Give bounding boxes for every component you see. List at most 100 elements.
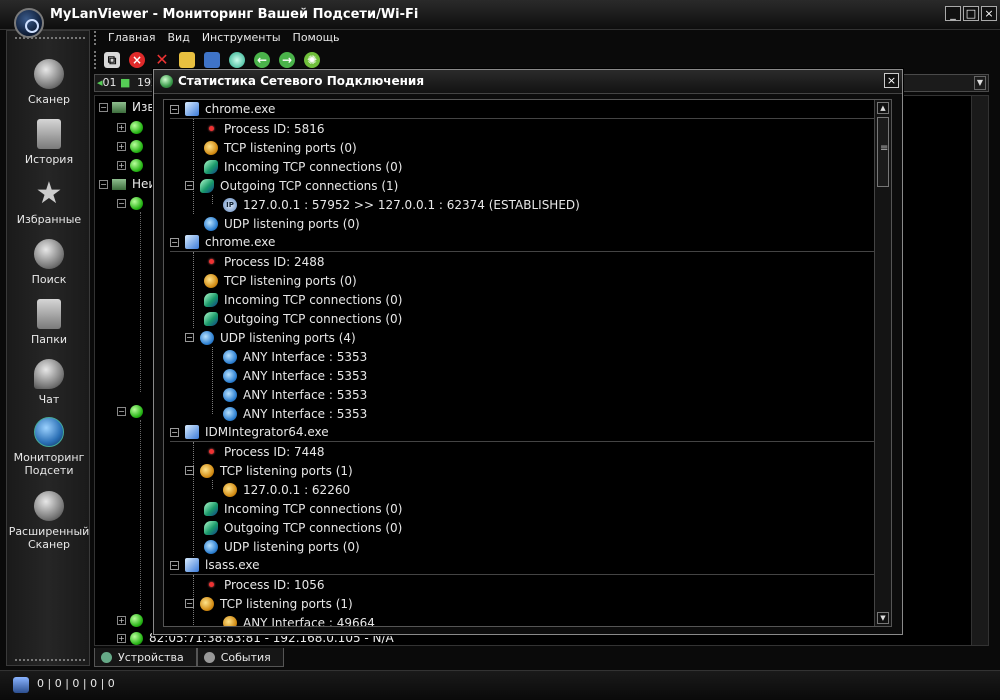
collapse-icon[interactable]: − xyxy=(170,237,179,247)
tree-row[interactable]: − xyxy=(117,194,149,212)
udp-listening-row[interactable]: UDP listening ports (0) xyxy=(204,214,360,233)
outgoing-tcp-row[interactable]: − Outgoing TCP connections (1) xyxy=(185,176,398,195)
collapse-icon[interactable]: − xyxy=(117,198,126,208)
tree-row[interactable]: + xyxy=(117,137,149,155)
process-row[interactable]: − chrome.exe xyxy=(170,100,875,119)
collapse-icon[interactable]: − xyxy=(185,181,194,190)
expand-icon[interactable]: + xyxy=(117,122,126,132)
collapse-icon[interactable]: − xyxy=(185,333,194,342)
chat-bubble-icon xyxy=(34,359,64,389)
tree-group-known[interactable]: − Изв xyxy=(99,98,154,116)
incoming-tcp-label: Incoming TCP connections (0) xyxy=(224,292,403,307)
process-row[interactable]: − lsass.exe xyxy=(170,556,875,575)
outgoing-tcp-label: Outgoing TCP connections (0) xyxy=(224,311,403,326)
tcp-listening-row[interactable]: − TCP listening ports (1) xyxy=(185,461,353,480)
udp-port-entry-row[interactable]: ANY Interface : 5353 xyxy=(223,347,367,366)
open-folder-icon[interactable] xyxy=(179,52,195,68)
expand-icon[interactable]: + xyxy=(117,615,126,625)
close-button[interactable]: × xyxy=(981,6,997,21)
menu-view[interactable]: Вид xyxy=(168,31,190,47)
udp-port-entry-row[interactable]: ANY Interface : 5353 xyxy=(223,385,367,404)
settings-gear-icon[interactable]: ✺ xyxy=(304,52,320,68)
process-id-row[interactable]: Process ID: 7448 xyxy=(204,442,325,461)
tree-row[interactable]: + xyxy=(117,118,149,136)
udp-port-entry-row[interactable]: ANY Interface : 5353 xyxy=(223,404,367,423)
udp-port-icon xyxy=(223,387,237,402)
scroll-up-arrow-icon[interactable]: ▲ xyxy=(877,102,889,114)
sidebar-item-subnet-monitor[interactable]: Мониторинг Подсети xyxy=(7,417,91,477)
process-id-row[interactable]: Process ID: 1056 xyxy=(204,575,325,594)
collapse-icon[interactable]: − xyxy=(117,406,126,416)
copy-icon[interactable]: ⧉ xyxy=(104,52,120,68)
tcp-port-entry-row[interactable]: 127.0.0.1 : 62260 xyxy=(223,480,350,499)
tcp-listening-row[interactable]: TCP listening ports (0) xyxy=(204,271,357,290)
collapse-icon[interactable]: − xyxy=(99,102,108,112)
sidebar-item-folders[interactable]: Папки xyxy=(7,299,91,346)
tree-row[interactable]: + xyxy=(117,611,149,629)
collapse-icon[interactable]: − xyxy=(170,560,179,570)
incoming-tcp-row[interactable]: Incoming TCP connections (0) xyxy=(204,499,402,518)
delete-icon[interactable]: ✕ xyxy=(154,52,170,68)
process-row[interactable]: − chrome.exe xyxy=(170,233,875,252)
tree-group-unknown[interactable]: − Неи xyxy=(99,175,156,193)
collapse-icon[interactable]: − xyxy=(185,599,194,608)
sidebar-item-favorites[interactable]: ★ Избранные xyxy=(7,179,91,227)
connection-entry: 127.0.0.1 : 57952 >> 127.0.0.1 : 62374 (… xyxy=(243,197,580,212)
incoming-tcp-row[interactable]: Incoming TCP connections (0) xyxy=(204,290,402,309)
chevron-down-icon[interactable]: ▼ xyxy=(974,76,986,90)
menu-main[interactable]: Главная xyxy=(108,31,156,47)
sidebar-item-history[interactable]: История xyxy=(7,119,91,166)
tab-events[interactable]: События xyxy=(196,648,284,667)
expand-icon[interactable]: + xyxy=(117,633,126,643)
dialog-scrollbar[interactable]: ▲ ▼ xyxy=(874,100,891,626)
app-logo-icon[interactable] xyxy=(14,8,44,38)
collapse-icon[interactable]: − xyxy=(99,179,108,189)
menu-help[interactable]: Помощь xyxy=(293,31,340,47)
incoming-tcp-row[interactable]: Incoming TCP connections (0) xyxy=(204,157,402,176)
outgoing-tcp-row[interactable]: Outgoing TCP connections (0) xyxy=(204,518,402,537)
expand-icon[interactable]: + xyxy=(117,160,126,170)
tcp-listening-row[interactable]: − TCP listening ports (1) xyxy=(185,594,353,613)
stop-icon[interactable]: × xyxy=(129,52,145,68)
tcp-port-entry-row[interactable]: ANY Interface : 49664 xyxy=(223,613,375,626)
tcp-listening-row[interactable]: TCP listening ports (0) xyxy=(204,138,357,157)
tab-devices[interactable]: Устройства xyxy=(94,648,197,667)
maximize-button[interactable]: □ xyxy=(963,6,979,21)
forward-arrow-icon[interactable]: → xyxy=(279,52,295,68)
address-segment[interactable]: ◂01 ■ xyxy=(97,76,130,89)
udp-port-entry-row[interactable]: ANY Interface : 5353 xyxy=(223,366,367,385)
tree-row[interactable]: − xyxy=(117,402,149,420)
collapse-icon[interactable]: − xyxy=(170,104,179,114)
tree-row[interactable]: + xyxy=(117,156,149,174)
dialog-title-bar[interactable]: Статистика Сетевого Подключения × xyxy=(154,70,902,94)
process-id-row[interactable]: Process ID: 5816 xyxy=(204,119,325,138)
menu-grip[interactable] xyxy=(94,31,98,45)
process-id-row[interactable]: Process ID: 2488 xyxy=(204,252,325,271)
collapse-icon[interactable]: − xyxy=(170,427,179,437)
sidebar-item-chat[interactable]: Чат xyxy=(7,359,91,406)
sidebar-item-search[interactable]: Поиск xyxy=(7,239,91,286)
udp-listening-row[interactable]: UDP listening ports (0) xyxy=(204,537,360,556)
find-icon[interactable] xyxy=(229,52,245,68)
toolbar-grip[interactable] xyxy=(94,51,98,69)
scroll-down-arrow-icon[interactable]: ▼ xyxy=(877,612,889,624)
save-icon[interactable] xyxy=(204,52,220,68)
tree-scrollbar[interactable] xyxy=(971,96,988,645)
connection-entry-row[interactable]: IP 127.0.0.1 : 57952 >> 127.0.0.1 : 62374… xyxy=(223,195,580,214)
outgoing-tcp-row[interactable]: Outgoing TCP connections (0) xyxy=(204,309,402,328)
menu-tools[interactable]: Инструменты xyxy=(202,31,281,47)
sidebar-item-scanner[interactable]: Сканер xyxy=(7,59,91,106)
minimize-button[interactable]: _ xyxy=(945,6,961,21)
collapse-icon[interactable]: − xyxy=(185,466,194,475)
menu-bar: Главная Вид Инструменты Помощь xyxy=(94,31,351,47)
process-row[interactable]: − IDMIntegrator64.exe xyxy=(170,423,875,442)
udp-listening-row[interactable]: − UDP listening ports (4) xyxy=(185,328,356,347)
incoming-tcp-label: Incoming TCP connections (0) xyxy=(224,501,403,516)
sidebar-item-advanced-scanner[interactable]: Расширенный Сканер xyxy=(7,491,91,551)
back-arrow-icon[interactable]: ← xyxy=(254,52,270,68)
dialog-close-button[interactable]: × xyxy=(884,73,899,88)
process-id: Process ID: 2488 xyxy=(224,254,325,269)
connection-tree[interactable]: − chrome.exe Process ID: 5816 TCP listen… xyxy=(163,99,892,627)
expand-icon[interactable]: + xyxy=(117,141,126,151)
scrollbar-thumb[interactable] xyxy=(877,117,889,187)
